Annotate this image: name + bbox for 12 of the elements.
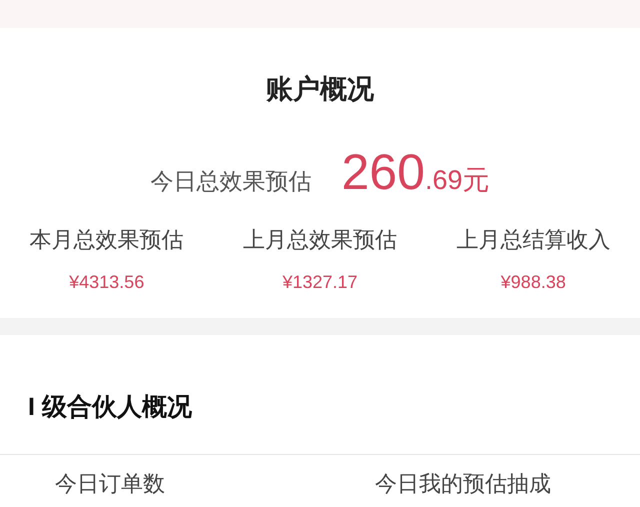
card-title: 账户概况	[266, 76, 374, 103]
stat-value: ¥1327.17	[282, 272, 358, 290]
stat-label: 今日我的预估抽成	[375, 473, 552, 495]
today-amount: 260.69元	[342, 147, 490, 197]
section-title: I 级合伙人概况	[28, 395, 193, 420]
stat-label: 今日订单数	[55, 473, 166, 495]
stat-label: 上月总结算收入	[456, 228, 610, 250]
stat-value: ¥988.38	[500, 272, 566, 290]
stat-value: ¥4313.56	[69, 272, 144, 290]
stat-label: 本月总效果预估	[30, 228, 184, 250]
today-label: 今日总效果预估	[150, 167, 312, 196]
stat-label: 上月总效果预估	[242, 228, 397, 250]
